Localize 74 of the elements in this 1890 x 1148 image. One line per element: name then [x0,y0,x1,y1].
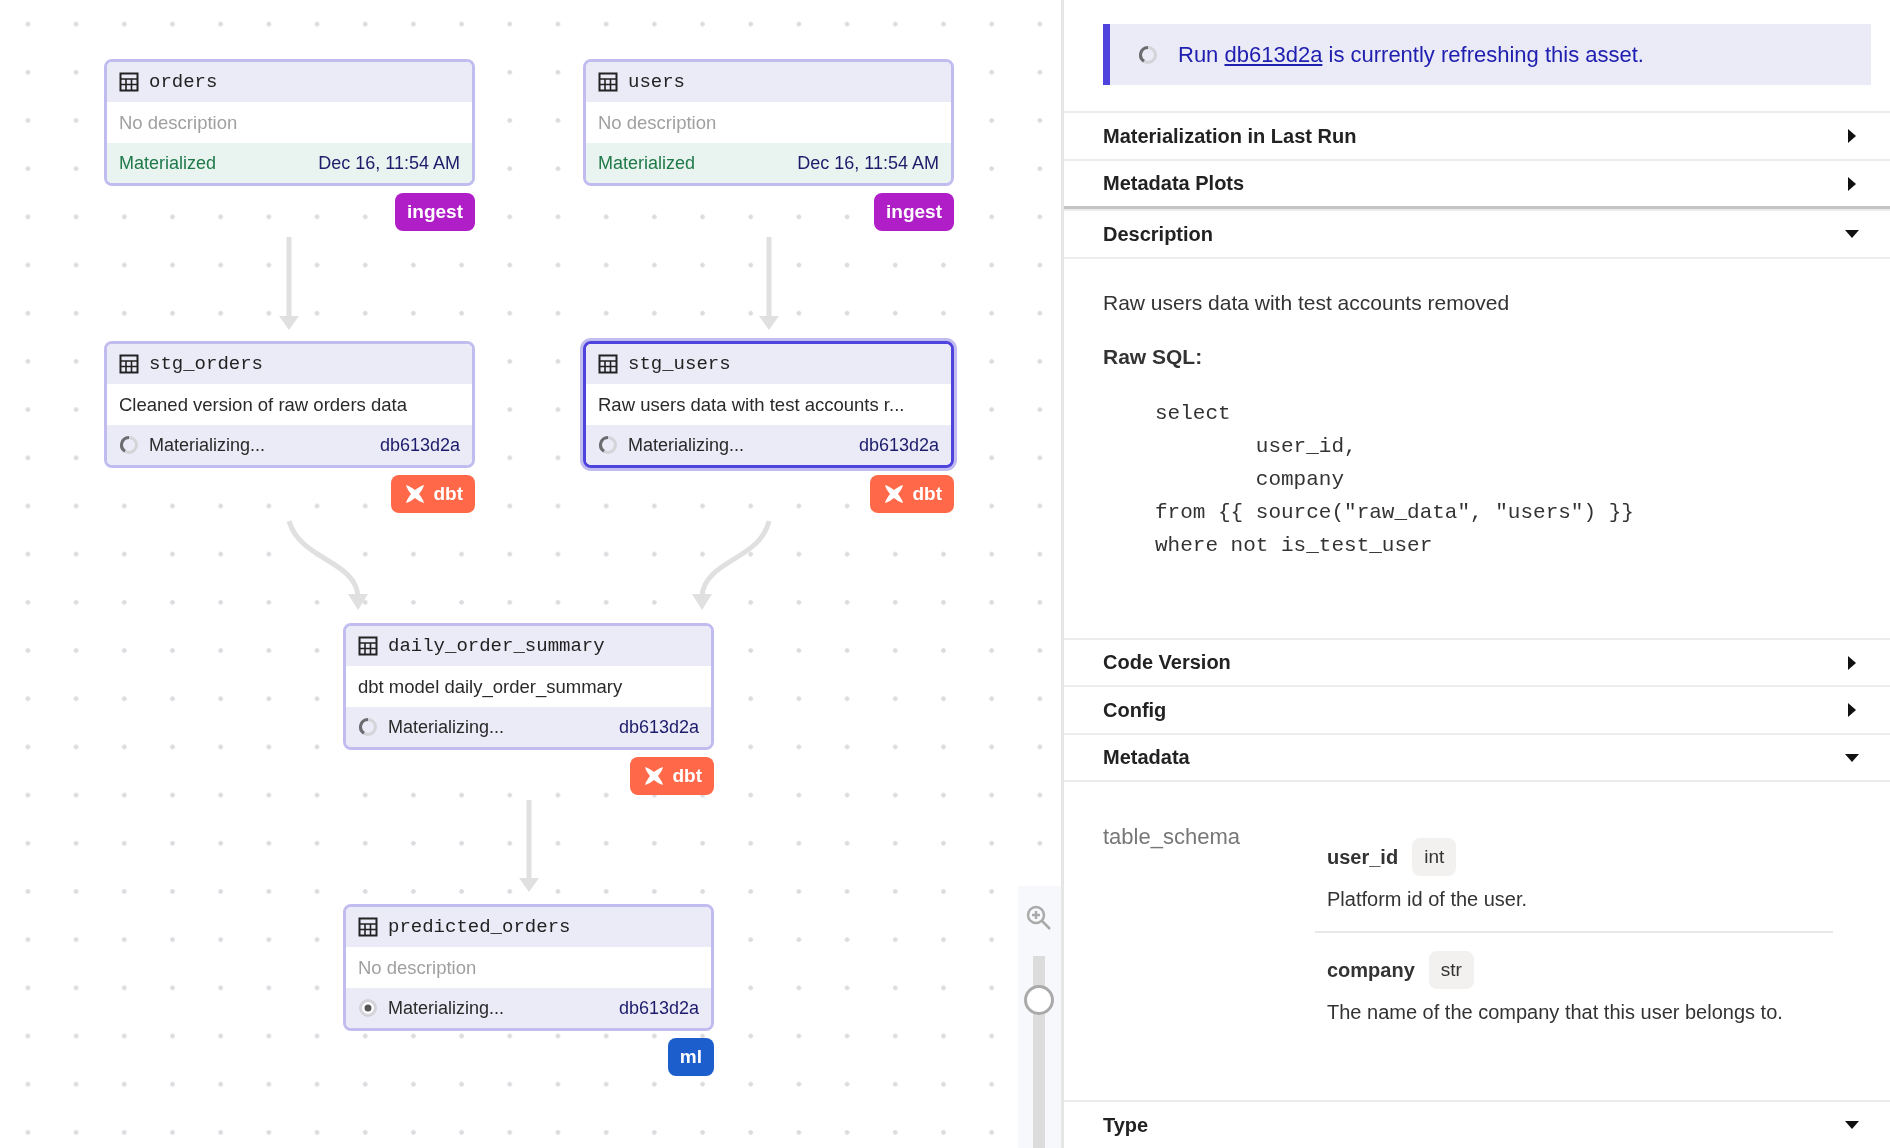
table-icon [598,354,618,374]
asset-description: No description [597,110,718,135]
status-label: Materializing... [149,434,267,456]
spinner-icon [1138,44,1158,65]
table-icon [119,354,139,374]
table-icon [119,72,139,92]
description-text: Raw users data with test accounts removed [1103,290,1511,315]
section-header[interactable]: Materialization in Last Run [1064,111,1890,159]
run-link[interactable]: db613d2a [1224,41,1323,67]
status-detail: db613d2a [379,434,460,456]
status-label: Materializing... [388,716,506,738]
status-label: Materializing... [628,434,746,456]
sql-label: Raw SQL: [1103,344,1204,369]
status-detail: db613d2a [858,434,939,456]
section-title: Type [1103,1113,1149,1137]
section-title: Metadata Plots [1103,172,1245,196]
asset-name: users [628,71,685,93]
section-title: Metadata [1103,746,1190,770]
compute-kind-tag: ingest [874,193,954,231]
asset-node[interactable]: stg_users Raw users data with test accounts r... Materializing... db613d2a [583,341,954,468]
column-description: The name of the company that this user belongs to. [1327,1001,1784,1025]
status-detail: Dec 16, 11:54 AM [318,152,460,174]
spinner-icon [358,717,378,737]
compute-kind-tag: ml [667,1038,714,1076]
spinner-icon [119,435,139,455]
section-header[interactable]: Config [1064,685,1890,733]
section-header[interactable]: Metadata [1064,732,1890,781]
asset-name: daily_order_summary [388,635,605,657]
asset-description: No description [118,110,239,135]
spinner-icon [598,435,618,455]
alert-text: Run db613d2a is currently refreshing this asset. [1178,41,1644,68]
table-icon [358,917,378,937]
compute-kind-tag: dbt [870,475,954,513]
status-detail: db613d2a [618,716,699,738]
zoom-in-icon[interactable] [1025,904,1053,932]
asset-description: Raw users data with test accounts r... [597,392,906,417]
compute-kind-tag: ingest [395,193,475,231]
column-type: int [1412,838,1457,877]
asset-node[interactable]: users No description Materialized Dec 16, 11:54 AM [583,59,954,186]
column-name: company [1327,958,1415,982]
asset-name: orders [149,71,218,93]
section-header[interactable]: Code Version [1064,637,1890,686]
asset-name: stg_orders [149,353,264,375]
section-header[interactable]: Description [1064,209,1890,257]
section-title: Config [1103,698,1167,722]
status-detail: Dec 16, 11:54 AM [797,152,939,174]
compute-kind-tag: dbt [630,757,714,795]
section-title: Description [1103,222,1214,246]
table-icon [598,72,618,92]
status-detail: db613d2a [618,997,699,1019]
asset-node[interactable]: predicted_orders No description Materializing... db613d2a [343,904,714,1031]
table-icon [358,636,378,656]
asset-name: predicted_orders [388,916,571,938]
status-label: Materialized [598,152,697,174]
column-description: Platform id of the user. [1327,888,1529,912]
section-title: Code Version [1103,651,1231,675]
metadata-key: table_schema [1103,824,1315,1045]
status-label: Materialized [119,152,218,174]
compute-kind-tag: dbt [391,475,475,513]
sql-code: select user_id, company from {{ source("raw_data", "users") }} where not is_test_user [1155,400,1635,559]
section-header[interactable]: Type [1064,1100,1890,1148]
asset-description: dbt model daily_order_summary [357,674,624,700]
asset-node[interactable]: daily_order_summary dbt model daily_order_summary Materializing... db613d2a [343,623,714,750]
asset-node[interactable]: orders No description Materialized Dec 16, 11:54 AM [104,59,475,186]
asset-description: No description [357,955,478,980]
section-title: Materialization in Last Run [1103,124,1357,148]
column-type: str [1428,951,1474,990]
column-name: user_id [1327,845,1399,869]
asset-description: Cleaned version of raw orders data [118,392,408,417]
radio-dot-icon [358,998,378,1018]
status-label: Materializing... [388,997,506,1019]
zoom-slider-thumb[interactable] [1024,985,1054,1015]
asset-name: stg_users [628,353,731,375]
asset-node[interactable]: stg_orders Cleaned version of raw orders data Materializing... db613d2a [104,341,475,468]
